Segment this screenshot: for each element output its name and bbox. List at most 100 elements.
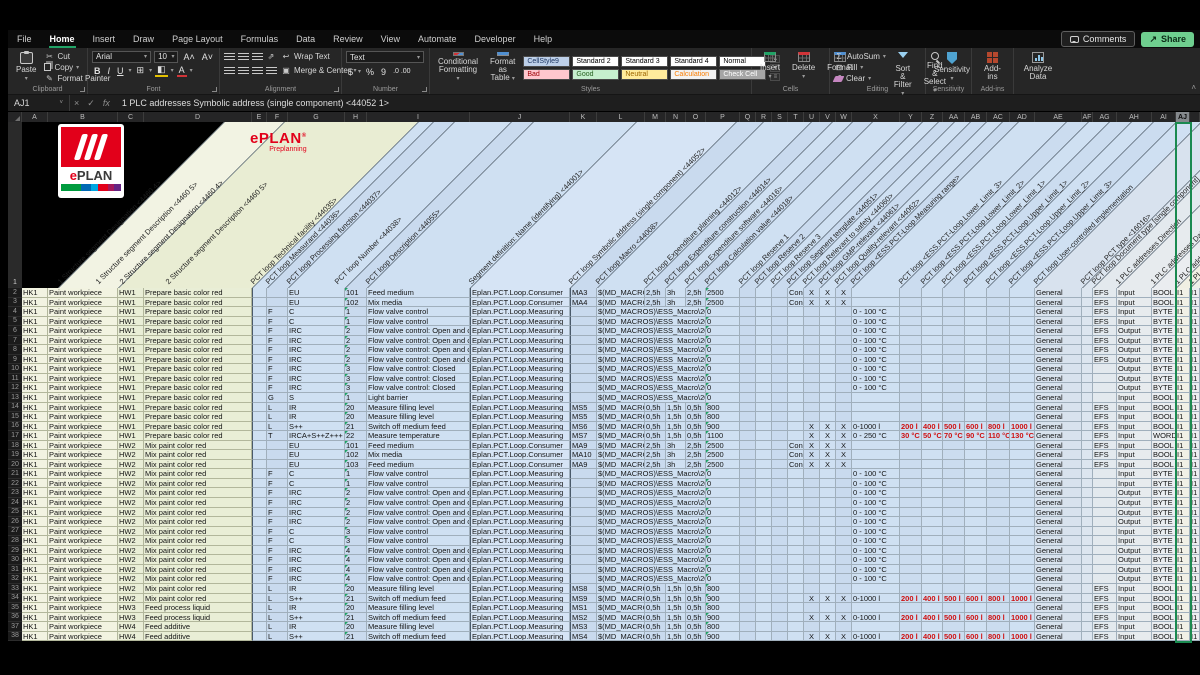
column-header-AF[interactable]: AF (1082, 112, 1093, 122)
cell-B23[interactable]: Paint workpiece (48, 488, 118, 498)
row-number-2[interactable]: 2 (8, 288, 22, 298)
cell-T4[interactable] (788, 307, 804, 317)
cell-U24[interactable] (804, 498, 820, 508)
cell-R37[interactable] (756, 622, 772, 632)
cell-A29[interactable]: HK1 (22, 546, 48, 556)
cell-U26[interactable] (804, 517, 820, 527)
cell-R14[interactable] (756, 403, 772, 413)
analyze-data-button[interactable]: Analyze Data (1018, 51, 1058, 84)
cell-AD3[interactable] (1010, 298, 1035, 308)
cell-T26[interactable] (788, 517, 804, 527)
cell-Z11[interactable] (922, 374, 943, 384)
cell-C20[interactable]: HW2 (118, 460, 144, 470)
cell-X16[interactable]: 0-1000 l (852, 422, 900, 432)
cell-Z38[interactable]: 400 l (922, 632, 943, 642)
cell-F9[interactable]: F (267, 355, 288, 365)
cell-K24[interactable] (570, 498, 597, 508)
cell-AG33[interactable]: EFS (1093, 584, 1117, 594)
cell-I5[interactable]: Flow valve control (367, 317, 470, 327)
cell-H10[interactable]: 3 (345, 364, 367, 374)
cell-K4[interactable] (570, 307, 597, 317)
cell-J28[interactable]: Eplan.PCT.Loop.Measuring (470, 536, 570, 546)
cell-D7[interactable]: Prepare basic color red (144, 336, 252, 346)
cell-W17[interactable]: X (836, 431, 852, 441)
cell-B8[interactable]: Paint workpiece (48, 345, 118, 355)
cell-AF5[interactable] (1082, 317, 1093, 327)
cell-J17[interactable]: Eplan.PCT.Loop.Measuring (470, 431, 570, 441)
cell-U36[interactable]: X (804, 613, 820, 623)
cell-AC6[interactable] (987, 326, 1010, 336)
cell-AC36[interactable]: 800 l (987, 613, 1010, 623)
cell-Z14[interactable] (922, 403, 943, 413)
column-header-H[interactable]: H (345, 112, 367, 122)
cell-E29[interactable] (252, 546, 267, 556)
cell-A23[interactable]: HK1 (22, 488, 48, 498)
cell-AC12[interactable] (987, 383, 1010, 393)
cell-J38[interactable]: Eplan.PCT.Loop.Measuring (470, 632, 570, 642)
cell-L27[interactable]: $(MD_MACROS)\ESS_Macro\203 (597, 527, 706, 537)
cell-N19[interactable]: 3h (666, 450, 686, 460)
cell-P29[interactable]: 0 (706, 546, 740, 556)
font-color-button[interactable]: A (177, 65, 187, 77)
cell-M35[interactable]: 0,5h (645, 603, 666, 613)
cell-AF38[interactable] (1082, 632, 1093, 642)
cell-I22[interactable]: Flow valve control (367, 479, 470, 489)
cell-K11[interactable] (570, 374, 597, 384)
cell-M16[interactable]: 0,5h (645, 422, 666, 432)
cell-AD13[interactable] (1010, 393, 1035, 403)
cell-K22[interactable] (570, 479, 597, 489)
cell-V30[interactable] (820, 555, 836, 565)
cell-X15[interactable] (852, 412, 900, 422)
cell-AC11[interactable] (987, 374, 1010, 384)
italic-button[interactable]: I (106, 66, 113, 76)
cell-AF25[interactable] (1082, 508, 1093, 518)
cell-edge-25[interactable]: I1 (1190, 508, 1200, 518)
cell-G24[interactable]: IRC (288, 498, 345, 508)
cell-R18[interactable] (756, 441, 772, 451)
cell-I2[interactable]: Feed medium (367, 288, 470, 298)
cell-Y4[interactable] (900, 307, 922, 317)
font-dialog-launcher[interactable] (212, 87, 217, 92)
cell-L7[interactable]: $(MD_MACROS)\ESS_Macro\203 (597, 336, 706, 346)
cell-J6[interactable]: Eplan.PCT.Loop.Measuring (470, 326, 570, 336)
cell-V18[interactable]: X (820, 441, 836, 451)
cell-S25[interactable] (772, 508, 788, 518)
cell-T10[interactable] (788, 364, 804, 374)
cell-I9[interactable]: Flow valve control: Open and clo (367, 355, 470, 365)
cell-Y29[interactable] (900, 546, 922, 556)
cell-U15[interactable] (804, 412, 820, 422)
cell-E10[interactable] (252, 364, 267, 374)
cell-T24[interactable] (788, 498, 804, 508)
addins-button[interactable]: Add-ins (976, 51, 1009, 84)
cell-AC14[interactable] (987, 403, 1010, 413)
cell-P37[interactable]: 800 (706, 622, 740, 632)
cell-A15[interactable]: HK1 (22, 412, 48, 422)
cell-AH4[interactable]: Input (1117, 307, 1152, 317)
paste-button[interactable]: Paste ▾ (12, 51, 40, 84)
cell-S32[interactable] (772, 574, 788, 584)
cell-U31[interactable] (804, 565, 820, 575)
cell-T20[interactable]: Cons (788, 460, 804, 470)
cell-C10[interactable]: HW1 (118, 364, 144, 374)
cell-F21[interactable]: F (267, 469, 288, 479)
cell-X26[interactable]: 0 - 100 °C (852, 517, 900, 527)
cell-AF19[interactable] (1082, 450, 1093, 460)
cell-AC2[interactable] (987, 288, 1010, 298)
row-number-33[interactable]: 33 (8, 584, 22, 594)
cell-X38[interactable]: 0-1000 l (852, 632, 900, 642)
cell-edge-14[interactable]: I1 (1190, 403, 1200, 413)
cell-L4[interactable]: $(MD_MACROS)\ESS_Macro\203 (597, 307, 706, 317)
cell-F34[interactable]: L (267, 594, 288, 604)
cell-AG21[interactable] (1093, 469, 1117, 479)
cell-D37[interactable]: Feed additive (144, 622, 252, 632)
cell-H4[interactable]: 1 (345, 307, 367, 317)
cell-AE33[interactable]: General (1035, 584, 1082, 594)
cell-B9[interactable]: Paint workpiece (48, 355, 118, 365)
cell-AF36[interactable] (1082, 613, 1093, 623)
cell-J16[interactable]: Eplan.PCT.Loop.Measuring (470, 422, 570, 432)
cell-R12[interactable] (756, 383, 772, 393)
cell-AI32[interactable]: BYTE (1152, 574, 1176, 584)
cell-AD28[interactable] (1010, 536, 1035, 546)
cell-R16[interactable] (756, 422, 772, 432)
cell-AA27[interactable] (943, 527, 965, 537)
